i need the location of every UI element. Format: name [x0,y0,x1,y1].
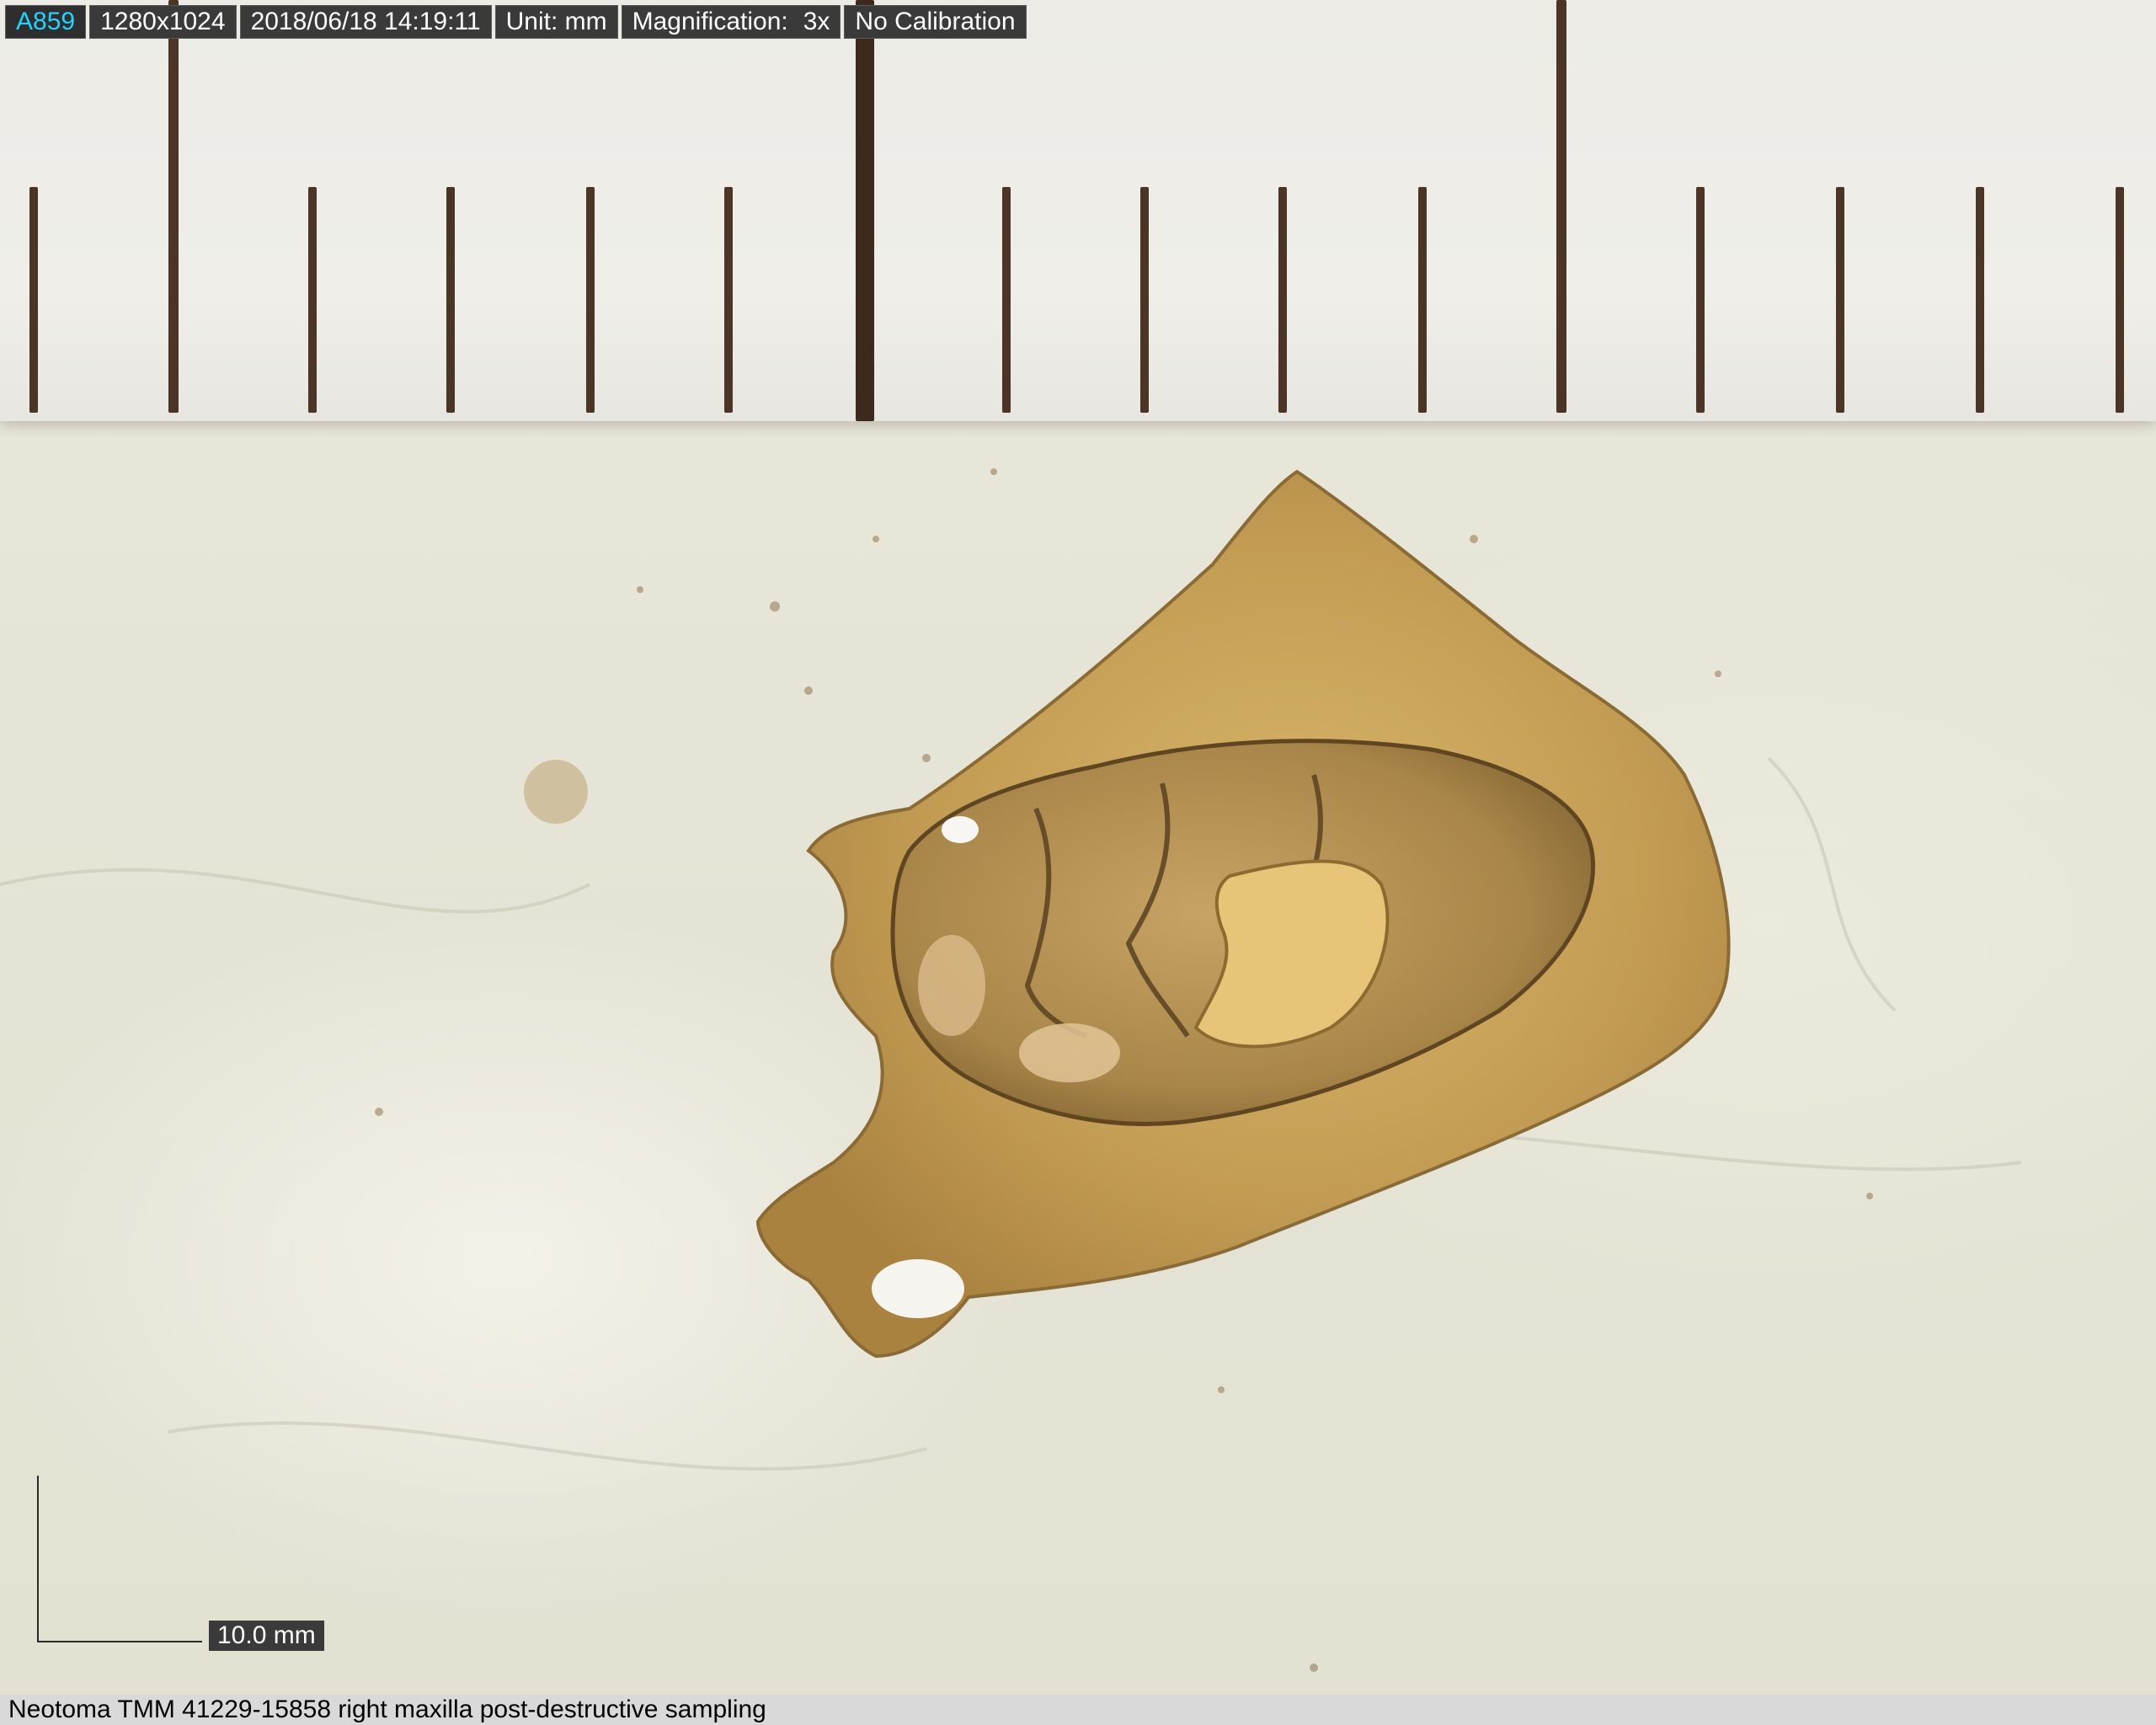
magnification-label: Magnification: [632,8,788,35]
scale-bar-label: 10.0 mm [209,1621,324,1651]
resolution-readout: 1280x1024 [89,5,237,39]
timestamp: 2018/06/18 14:19:11 [239,5,492,39]
image-caption: Neotoma TMM 41229-15858 right maxilla po… [0,1695,2156,1725]
specimen-image [0,468,2022,1672]
scale-bar-horizontal [37,1641,202,1642]
calibration-status: No Calibration [844,5,1027,39]
scale-bar-vertical [37,1476,39,1642]
scale-bar: 10.0 mm [37,1476,340,1661]
microscope-viewport [0,0,2156,1695]
unit-readout: Unit: mm [494,5,618,39]
image-id: A859 [5,5,87,39]
magnification-value: 3x [803,8,830,35]
magnification-readout: Magnification: 3x [621,5,841,39]
info-bar: A859 1280x1024 2018/06/18 14:19:11 Unit:… [5,5,1027,39]
